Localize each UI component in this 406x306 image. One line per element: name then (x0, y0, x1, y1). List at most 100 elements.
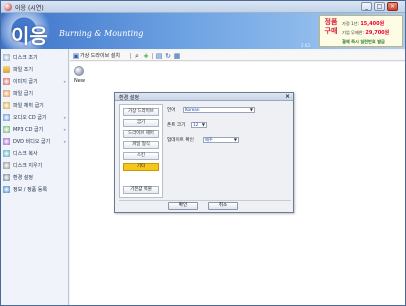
sidebar-item-file-burn[interactable]: 파일 굽기 (3, 88, 67, 99)
sidebar-item-dvd-video[interactable]: DVD 비디오 굽기 » (3, 136, 67, 147)
sidebar-item-label: 환경 설정 (13, 175, 33, 181)
promo-line-business: 기업 무제한: 29,700원 (342, 29, 389, 36)
update-check-label: 업데이트 확인 (167, 138, 194, 143)
sidebar-item-mp3-cd[interactable]: MP3 CD 굽기 » (3, 124, 67, 135)
install-virtual-drive-button[interactable]: 가상 드라이브 설치 (80, 52, 120, 60)
main-window: 이응 (시연) _ □ × 이응 Burning & Mounting 2.63… (0, 0, 406, 306)
settings-dialog: 환경 설정 × 가상 드라이브 굽기 드라이브 제어 파일 형식 스킨 기타 기… (114, 92, 294, 213)
dialog-divider (119, 200, 291, 201)
expand-arrow-icon: » (63, 115, 66, 120)
ok-button[interactable]: 확인 (168, 202, 198, 210)
sidebar-item-settings[interactable]: 환경 설정 (3, 172, 67, 183)
toolbar-divider (152, 53, 153, 59)
sidebar-item-label: 디스크 지우기 (13, 163, 43, 169)
minimize-button[interactable]: _ (361, 2, 372, 11)
update-check-value: 매주 (205, 137, 213, 142)
app-logo: 이응 (11, 24, 48, 48)
sidebar-item-label: 오디오 CD 굽기 (13, 115, 47, 121)
window-title: 이응 (시연) (15, 5, 44, 12)
dialog-title-bar[interactable]: 환경 설정 × (115, 93, 293, 101)
tab-virtual-drive[interactable]: 가상 드라이브 (123, 108, 159, 116)
sidebar-item-file-view[interactable]: 파일 조기 (3, 64, 67, 75)
promo-serial-note: 결제 즉시 일련번호 발급 (342, 39, 385, 44)
burn-extract-icon (3, 102, 10, 109)
language-select[interactable]: Korean ▼ (183, 107, 255, 113)
sidebar-item-extract-burn[interactable]: 파일 체취 굽기 (3, 100, 67, 111)
expand-arrow-icon: » (63, 139, 66, 144)
sidebar-item-label: MP3 CD 굽기 (13, 127, 44, 133)
font-size-value: 12 (193, 122, 199, 127)
sidebar-item-label: 이미지 굽기 (13, 79, 38, 85)
settings-options-panel: 언어 Korean ▼ 폰트 크기 12 ▼ 업데이트 확인 매주 ▼ (165, 104, 291, 198)
sidebar-item-label: 디스크 조기 (13, 55, 38, 61)
promo-business-price: 29,700원 (365, 30, 390, 36)
dialog-title: 환경 설정 (119, 95, 139, 101)
new-drive-icon[interactable] (74, 66, 84, 76)
maximize-button[interactable]: □ (374, 2, 385, 11)
tab-skin[interactable]: 스킨 (123, 152, 159, 160)
promo-home-price: 15,400원 (360, 21, 385, 27)
sidebar-item-image-burn[interactable]: 이미지 굽기 » (3, 76, 67, 87)
expand-arrow-icon: » (63, 127, 66, 132)
version-label: 2.63 (301, 43, 310, 48)
sidebar-item-info-register[interactable]: 정보 / 정품 등록 (3, 184, 67, 195)
sidebar-item-disc-erase[interactable]: 디스크 지우기 (3, 160, 67, 171)
cancel-button[interactable]: 취소 (208, 202, 238, 210)
title-bar[interactable]: 이응 (시연) _ □ × (1, 1, 405, 13)
sidebar-item-disc-view[interactable]: 디스크 조기 (3, 52, 67, 63)
app-icon (4, 3, 12, 11)
dialog-close-icon[interactable]: × (285, 93, 290, 101)
chevron-down-icon: ▼ (233, 137, 237, 142)
mp3-cd-icon (3, 126, 10, 133)
settings-category-list: 가상 드라이브 굽기 드라이브 제어 파일 형식 스킨 기타 기본값 복원 (119, 104, 163, 198)
chevron-down-icon: ▼ (249, 107, 253, 112)
virtual-drive-icon[interactable]: ▣ (72, 52, 80, 60)
tab-file-format[interactable]: 파일 형식 (123, 141, 159, 149)
sidebar-item-label: 파일 조기 (13, 67, 33, 73)
language-label: 언어 (167, 108, 176, 113)
restore-defaults-button[interactable]: 기본값 복원 (123, 186, 159, 194)
refresh-icon[interactable]: ↻ (164, 52, 172, 60)
search-icon[interactable]: ⌕ (133, 52, 141, 60)
view-mode-icon[interactable]: ▤ (155, 52, 163, 60)
sidebar-item-disc-copy[interactable]: 디스크 복사 (3, 148, 67, 159)
grid-view-icon[interactable]: ▦ (173, 52, 181, 60)
expand-arrow-icon: » (63, 79, 66, 84)
dvd-icon (3, 138, 10, 145)
tab-burning[interactable]: 굽기 (123, 119, 159, 127)
font-size-label: 폰트 크기 (167, 123, 186, 128)
sidebar: 디스크 조기 파일 조기 이미지 굽기 » 파일 굽기 파일 체취 굽기 오디오… (1, 49, 69, 305)
close-button[interactable]: × (387, 2, 398, 11)
add-icon[interactable]: + (142, 52, 150, 60)
burn-image-icon (3, 78, 10, 85)
promo-title: 정품구매 (324, 18, 338, 35)
language-value: Korean (185, 107, 200, 112)
sidebar-item-label: DVD 비디오 굽기 (13, 139, 51, 145)
new-drive-label[interactable]: New (74, 78, 85, 84)
promo-business-label: 기업 무제한: (342, 30, 365, 35)
promo-line-home: 가정 1년: 15,400원 (342, 20, 384, 27)
update-check-select[interactable]: 매주 ▼ (203, 137, 239, 143)
font-size-select[interactable]: 12 ▼ (191, 122, 207, 128)
sidebar-item-audio-cd[interactable]: 오디오 CD 굽기 » (3, 112, 67, 123)
tab-drive-control[interactable]: 드라이브 제어 (123, 130, 159, 138)
disc-copy-icon (3, 150, 10, 157)
folder-icon (3, 66, 10, 73)
chevron-down-icon: ▼ (201, 122, 205, 127)
sidebar-item-label: 디스크 복사 (13, 151, 38, 157)
audio-cd-icon (3, 114, 10, 121)
disc-icon (3, 54, 10, 61)
gear-icon (3, 174, 10, 181)
burn-file-icon (3, 90, 10, 97)
promo-home-label: 가정 1년: (342, 21, 359, 26)
info-icon (3, 186, 10, 193)
purchase-promo[interactable]: 정품구매 가정 1년: 15,400원 기업 무제한: 29,700원 결제 즉… (319, 15, 403, 47)
sidebar-item-label: 파일 체취 굽기 (13, 103, 44, 109)
disc-erase-icon (3, 162, 10, 169)
brand-subtitle: Burning & Mounting (59, 29, 144, 38)
toolbar-divider (130, 53, 131, 59)
sidebar-item-label: 정보 / 정품 등록 (13, 187, 48, 193)
banner: 이응 Burning & Mounting 2.63 정품구매 가정 1년: 1… (1, 13, 405, 49)
sidebar-item-label: 파일 굽기 (13, 91, 33, 97)
tab-misc[interactable]: 기타 (123, 163, 159, 171)
